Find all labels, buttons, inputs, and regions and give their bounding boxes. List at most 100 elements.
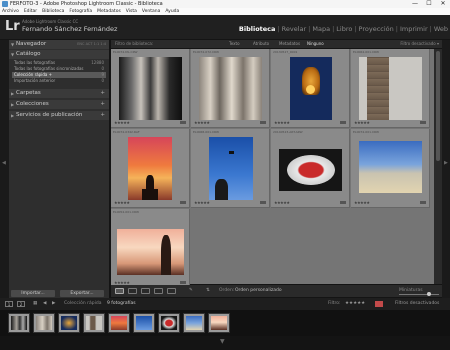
rating-stars[interactable]: ★★★★★ [354,120,370,125]
survey-view-icon[interactable] [154,288,163,294]
rating-stars[interactable]: ★★★★★ [194,200,210,205]
rating-stars[interactable]: ★★★★★ [114,200,130,205]
back-arrow-icon[interactable]: ◀ [43,298,46,310]
photo-mannequins-color[interactable] [199,57,262,120]
module-mapa[interactable]: Mapa [312,25,330,33]
right-panel-edge[interactable]: ▶ [442,40,450,298]
module-separator: | [277,25,280,33]
grid-cell[interactable]: EL0074-072.CRW ★★★★★ [191,49,270,128]
filmstrip-thumb[interactable] [133,313,155,333]
grid-cell[interactable]: 20140523-ART.ARW ★★★★★ [271,129,350,208]
menu-archivo[interactable]: Archivo [2,8,19,15]
menu-fotografia[interactable]: Fotografía [69,8,92,15]
publish-services-header[interactable]: ▶ Servicios de publicación + [9,111,109,120]
close-button[interactable]: ✕ [436,0,450,8]
filmstrip-thumb[interactable] [83,313,105,333]
menu-vista[interactable]: Vista [126,8,137,15]
photo-golden-figure[interactable] [290,57,332,120]
grid-cell[interactable]: 20130527_0001 ★★★★★ [271,49,350,128]
filmstrip-thumb[interactable] [33,313,55,333]
filmstrip-thumb[interactable] [8,313,30,333]
thumbnail-slider-handle[interactable] [427,292,431,296]
grid-cell[interactable]: EL0054-001.CRW ★★★★★ [111,209,190,288]
window-controls: — ☐ ✕ [408,0,450,8]
module-proyeccion[interactable]: Proyección [359,25,394,33]
loupe-view-icon[interactable] [128,288,137,294]
expand-triangle-icon: ▶ [11,113,15,118]
photo-sunset-silhouette[interactable] [117,229,184,275]
catalog-header[interactable]: ▼ Catálogo [9,50,109,59]
color-label-filter-red[interactable] [375,301,383,307]
people-view-icon[interactable] [167,288,176,294]
scrollbar-thumb[interactable] [436,51,440,161]
forward-arrow-icon[interactable]: ▶ [52,298,55,310]
filter-none[interactable]: Ninguno [307,40,324,48]
collapse-triangle-icon: ▼ [11,52,15,57]
filmstrip-thumb[interactable] [108,313,130,333]
sort-dropdown[interactable]: Orden personalizado [235,285,282,297]
photo-sunset-statue[interactable] [128,137,172,200]
menu-metadatos[interactable]: Metadatos [97,8,121,15]
filter-presets-dropdown[interactable]: Filtro desactivado ▾ [400,40,439,48]
maximize-button[interactable]: ☐ [422,0,436,8]
rating-stars[interactable]: ★★★★★ [274,200,290,205]
module-biblioteca[interactable]: Biblioteca [239,25,276,33]
filter-attribute[interactable]: Atributo [253,40,269,48]
catalog-row-previous-import[interactable]: Importación anterior 0 [12,78,106,84]
compare-view-icon[interactable] [141,288,150,294]
photo-beach[interactable] [359,141,422,193]
thumbnail-size-slider[interactable] [399,294,439,295]
main-window-button[interactable]: 1 [5,301,13,307]
collapse-filmstrip-icon[interactable]: ▼ [220,338,225,345]
grid-cell[interactable]: EL0068-001.CRW ★★★★★ [191,129,270,208]
photo-red-plate[interactable] [279,149,342,191]
filmstrip-thumb[interactable] [158,313,180,333]
filmstrip-thumb[interactable] [58,313,80,333]
filter-metadata[interactable]: Metadatos [279,40,300,48]
export-button[interactable]: Exportar... [60,290,104,297]
grid-cell[interactable]: EL0074-ML.CRW ★★★★★ [111,49,190,128]
menu-ayuda[interactable]: Ayuda [165,8,179,15]
filmstrip-star-filter[interactable]: ★★★★★ [345,298,365,310]
add-folder-icon[interactable]: + [100,89,105,98]
filmstrip-thumb[interactable] [183,313,205,333]
module-libro[interactable]: Libro [336,25,352,33]
grid-icon[interactable]: ▦ [33,298,37,310]
filmstrip-source[interactable]: Colección rápida [64,298,101,310]
menu-biblioteca[interactable]: Biblioteca [42,8,64,15]
module-imprimir[interactable]: Imprimir [400,25,428,33]
grid-cell[interactable]: EL0074-001.CRW ★★★★★ [351,129,430,208]
import-button[interactable]: Importar... [11,290,55,297]
rating-stars[interactable]: ★★★★★ [354,200,370,205]
left-panel-edge[interactable]: ◀ [0,40,9,298]
rating-stars[interactable]: ★★★★★ [274,120,290,125]
expand-right-icon[interactable]: ▶ [444,160,448,166]
rating-stars[interactable]: ★★★★★ [194,120,210,125]
collapse-left-icon[interactable]: ◀ [2,160,6,166]
photo-mannequins-bw[interactable] [119,57,182,120]
navigator-zoom-options[interactable]: ENC ACT 1:1 1:4 [77,40,106,49]
menu-ventana[interactable]: Ventana [142,8,160,15]
navigator-header[interactable]: ▼ Navegador ENC ACT 1:1 1:4 [9,40,109,49]
module-web[interactable]: Web [434,25,448,33]
add-collection-icon[interactable]: + [100,100,105,109]
collections-header[interactable]: ▶ Colecciones + [9,100,109,109]
filter-text[interactable]: Texto [229,40,240,48]
menu-editar[interactable]: Editar [24,8,37,15]
filmstrip-thumb[interactable] [208,313,230,333]
painter-icon[interactable]: ✎ [189,285,193,297]
grid-cell[interactable]: EL0064-001.CRW ★★★★★ [351,49,430,128]
module-revelar[interactable]: Revelar [282,25,307,33]
sort-direction-icon[interactable]: ⇅ [206,285,210,297]
grid-view-icon[interactable] [115,288,124,294]
add-publish-service-icon[interactable]: + [100,111,105,120]
minimize-button[interactable]: — [408,0,422,8]
photo-stone-column[interactable] [359,57,422,120]
photo-statue-blue-sky[interactable] [209,137,253,200]
grid-cell[interactable]: EL0074-0342.RAF ★★★★★ [111,129,190,208]
secondary-window-button[interactable]: 2 [17,301,25,307]
rating-stars[interactable]: ★★★★★ [114,120,130,125]
grid-scrollbar[interactable] [434,49,442,284]
folders-header[interactable]: ▶ Carpetas + [9,89,109,98]
filmstrip-filter-dropdown[interactable]: Filtros desactivados [395,298,439,310]
